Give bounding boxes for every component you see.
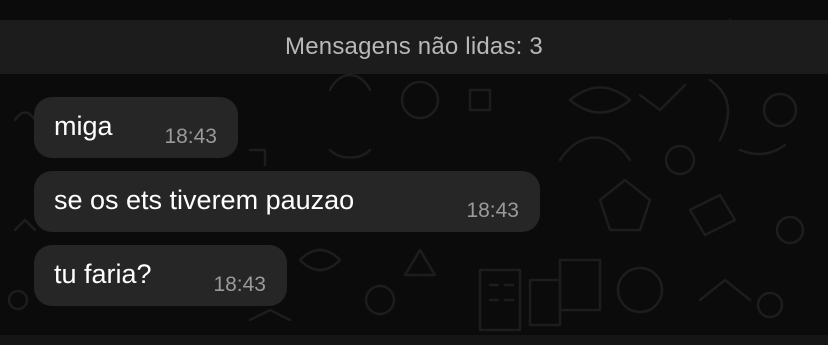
message-text: tu faria?	[54, 259, 152, 289]
message-bubble[interactable]: miga 18:43	[34, 97, 238, 158]
message-text: se os ets tiverem pauzao	[54, 185, 355, 215]
message-timestamp: 18:43	[466, 199, 519, 222]
unread-messages-banner: Mensagens não lidas: 3	[0, 20, 828, 74]
bottom-edge-bar	[0, 335, 828, 345]
message-timestamp: 18:43	[164, 125, 217, 148]
unread-messages-label: Mensagens não lidas: 3	[285, 33, 543, 60]
message-timestamp: 18:43	[213, 273, 266, 296]
message-bubble[interactable]: tu faria? 18:43	[34, 245, 287, 306]
message-text: miga	[54, 111, 113, 141]
message-bubble[interactable]: se os ets tiverem pauzao 18:43	[34, 171, 540, 232]
